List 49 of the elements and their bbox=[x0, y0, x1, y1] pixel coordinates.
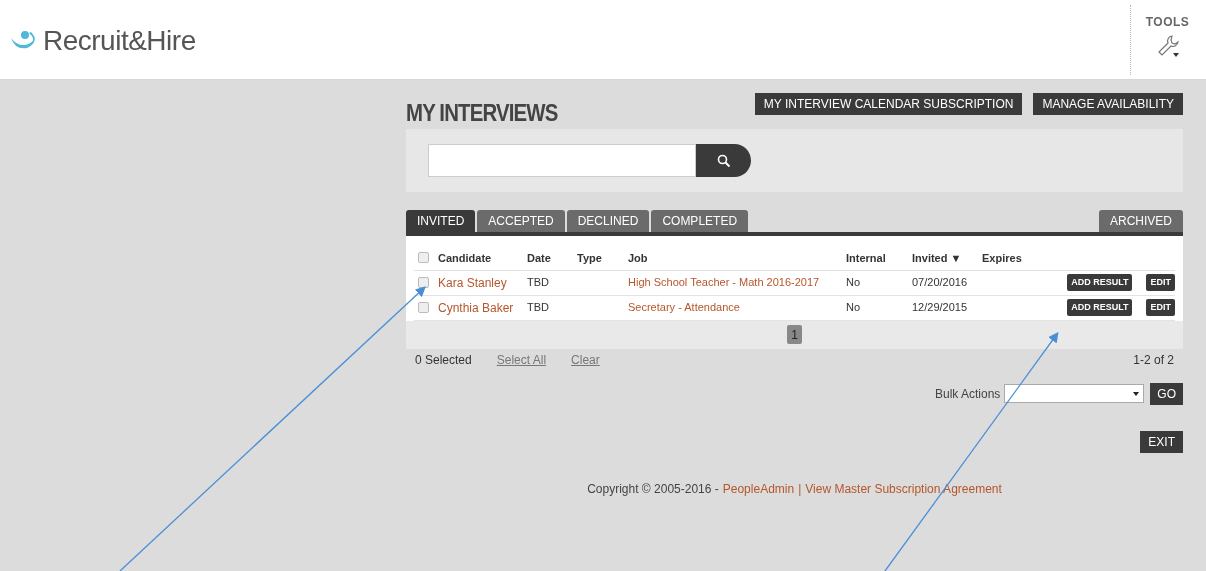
search-icon bbox=[716, 153, 731, 168]
dropdown-icon bbox=[1133, 391, 1140, 396]
table-cell: TBD bbox=[527, 270, 577, 295]
column-header[interactable]: Job bbox=[628, 246, 846, 270]
column-header[interactable]: Date bbox=[527, 246, 577, 270]
agreement-link[interactable]: View Master Subscription Agreement bbox=[805, 479, 1002, 498]
separator-text: | bbox=[798, 480, 802, 498]
table-cell: TBD bbox=[527, 295, 577, 320]
search-button[interactable] bbox=[696, 144, 751, 177]
tab[interactable]: ACCEPTED bbox=[477, 210, 565, 232]
job-link[interactable]: High School Teacher - Math 2016-2017 bbox=[628, 276, 820, 289]
column-header[interactable]: Expires bbox=[982, 246, 1060, 270]
tab[interactable]: COMPLETED bbox=[651, 210, 749, 232]
table-cell: 07/20/2016 bbox=[912, 270, 982, 295]
search-field[interactable] bbox=[428, 144, 696, 177]
candidate-link[interactable]: Cynthia Baker bbox=[438, 300, 514, 315]
checkbox[interactable] bbox=[418, 302, 429, 313]
row-action-button[interactable]: EDIT bbox=[1146, 274, 1175, 291]
tab[interactable]: ARCHIVED bbox=[1099, 210, 1183, 232]
checkbox[interactable] bbox=[418, 252, 429, 264]
tab[interactable]: DECLINED bbox=[566, 210, 650, 232]
row-action-button[interactable]: EDIT bbox=[1146, 299, 1175, 316]
copyright-text: Copyright © 2005-2016 - bbox=[587, 480, 719, 498]
bulk-actions-select[interactable] bbox=[1004, 384, 1145, 403]
bulk-actions-label: Bulk Actions bbox=[934, 385, 1001, 403]
header-action-button[interactable]: MANAGE AVAILABILITY bbox=[1033, 93, 1183, 115]
row-action-button[interactable]: ADD RESULT bbox=[1067, 299, 1133, 316]
column-header[interactable]: Type bbox=[577, 246, 628, 270]
result-range: 1-2 of 2 bbox=[1133, 351, 1174, 369]
tab[interactable]: INVITED bbox=[406, 210, 476, 232]
tools-button[interactable]: TOOLS bbox=[1145, 12, 1190, 59]
exit-button[interactable]: EXIT bbox=[1140, 430, 1183, 453]
table-cell: 12/29/2015 bbox=[912, 295, 982, 320]
page-title: MY INTERVIEWS bbox=[406, 98, 558, 128]
checkbox[interactable] bbox=[418, 277, 429, 288]
column-header[interactable]: Candidate bbox=[438, 246, 527, 270]
page-button[interactable]: 1 bbox=[787, 325, 802, 344]
table-cell: No bbox=[846, 270, 912, 295]
go-button[interactable]: GO bbox=[1150, 382, 1183, 405]
table-cell: No bbox=[846, 295, 912, 320]
column-header[interactable]: Internal bbox=[846, 246, 912, 270]
row-action-button[interactable]: ADD RESULT bbox=[1067, 274, 1133, 291]
job-link[interactable]: Secretary - Attendance bbox=[628, 301, 740, 314]
logo-text[interactable]: Recruit&Hire bbox=[43, 19, 196, 62]
company-link[interactable]: PeopleAdmin bbox=[722, 479, 795, 498]
candidate-link[interactable]: Kara Stanley bbox=[438, 275, 507, 290]
column-header[interactable]: Invited ▼ bbox=[912, 246, 982, 270]
selected-count: 0 Selected bbox=[415, 351, 472, 369]
header-action-button[interactable]: MY INTERVIEW CALENDAR SUBSCRIPTION bbox=[754, 93, 1023, 115]
